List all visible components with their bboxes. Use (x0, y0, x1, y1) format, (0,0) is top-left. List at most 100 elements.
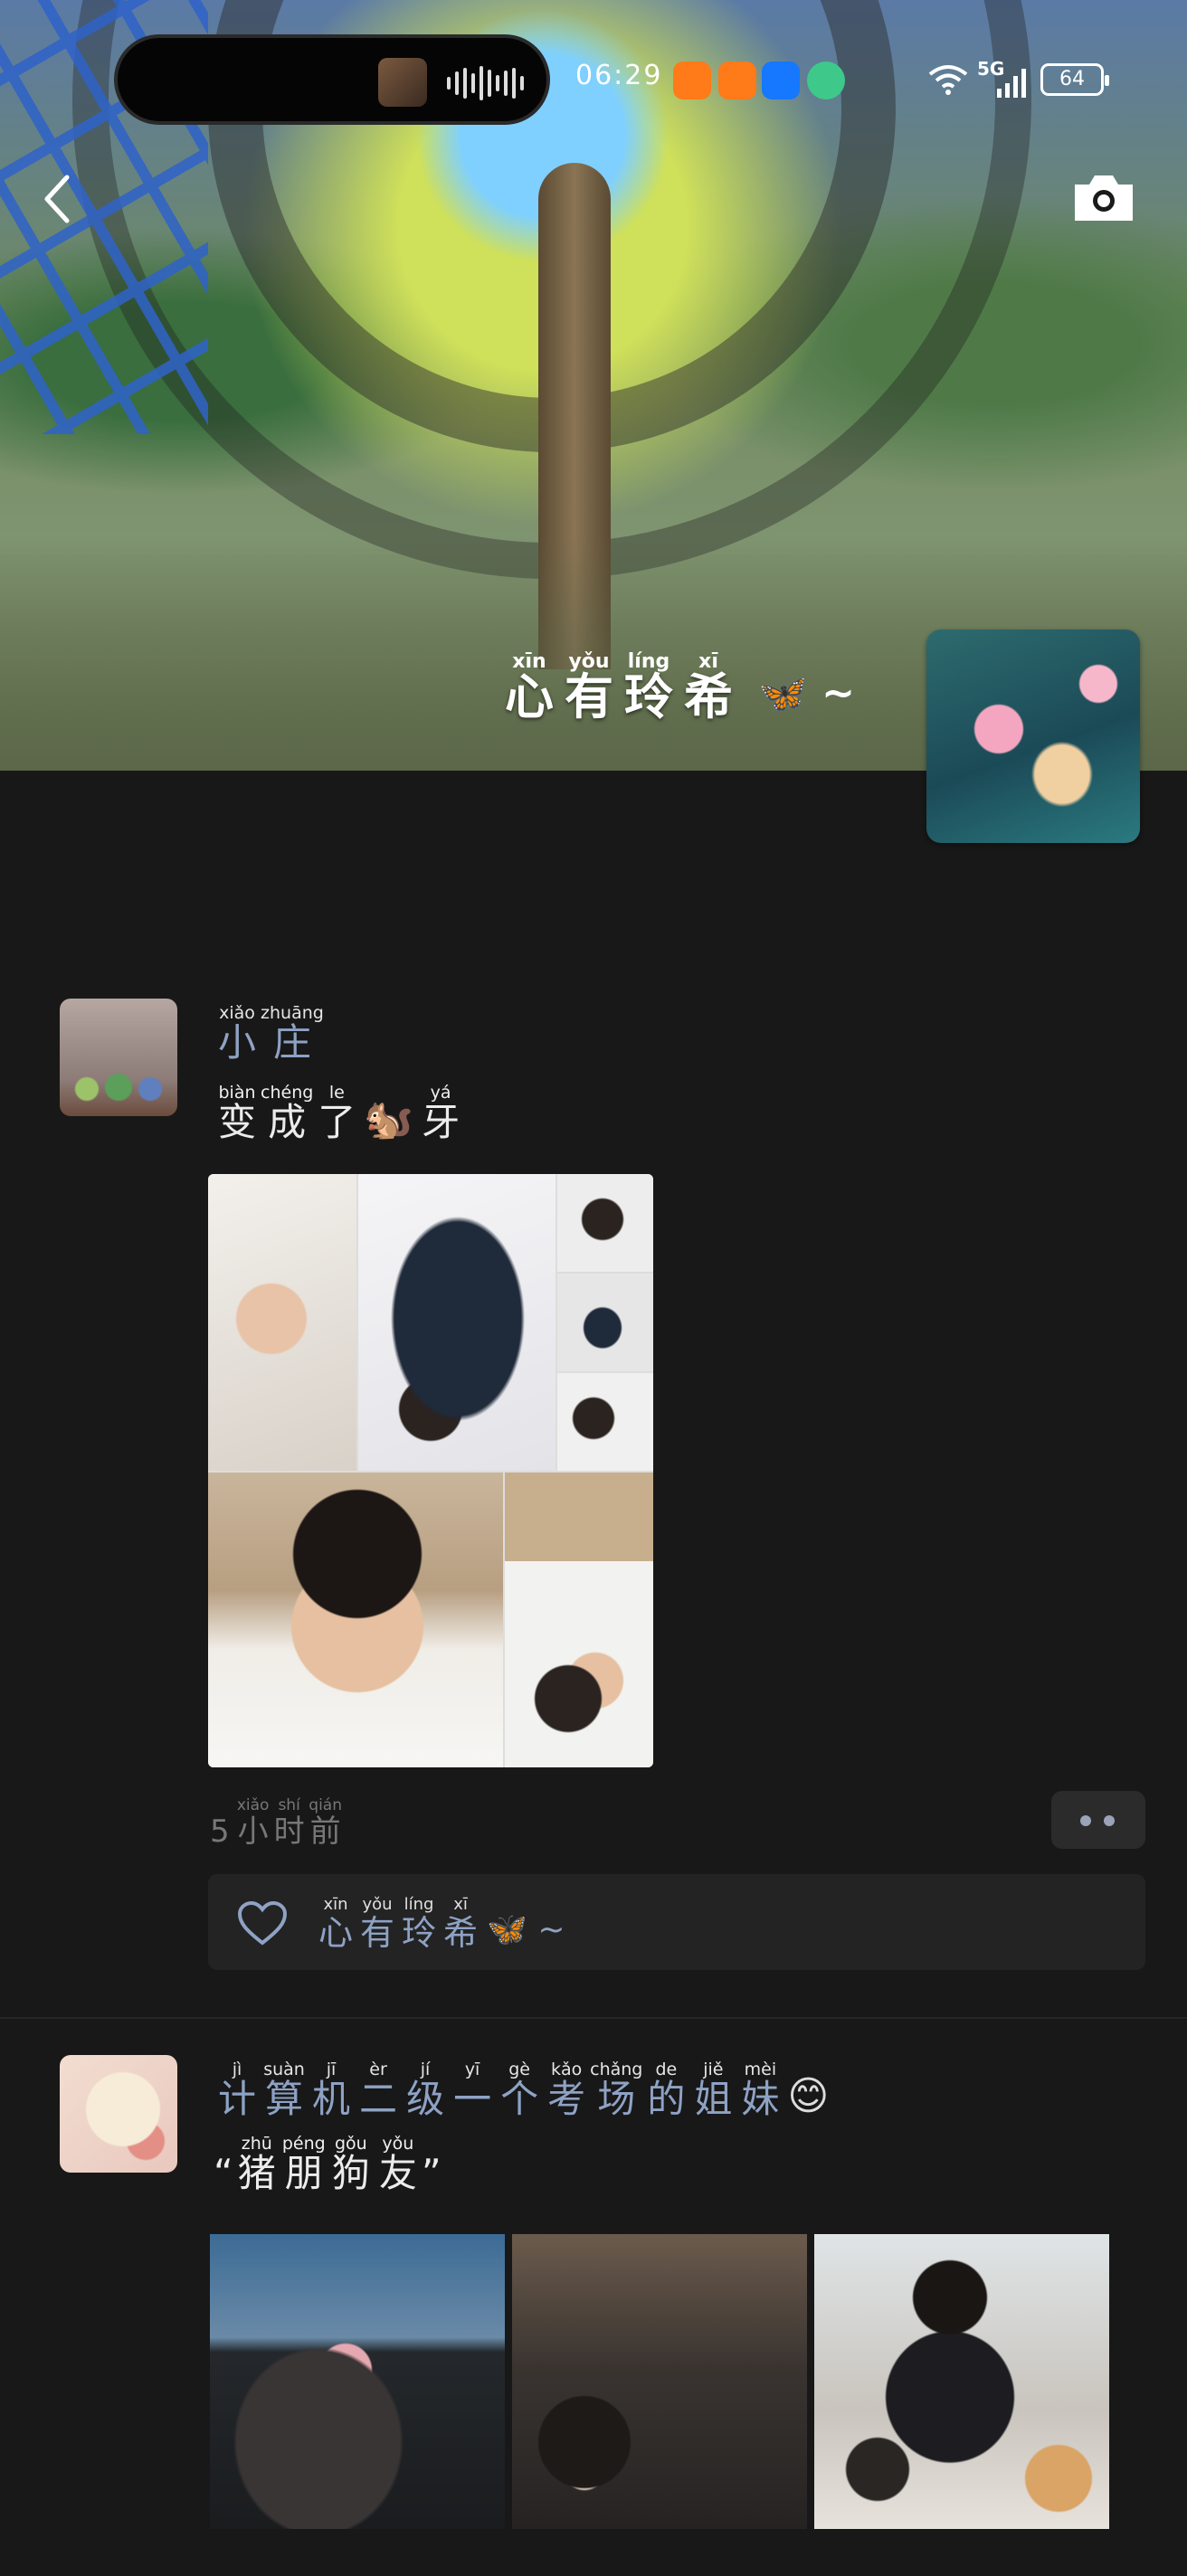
hanzi: 一 (453, 2077, 492, 2121)
wechat-icon (807, 62, 845, 99)
wifi-icon (928, 65, 968, 95)
hanzi: 个 (500, 2077, 539, 2121)
photo-boy-lying-left[interactable] (208, 1174, 356, 1471)
hanzi: 了 (318, 1100, 356, 1144)
quote-open: “ (214, 2151, 233, 2195)
hanzi: 心 (505, 668, 554, 725)
hanzi: 级 (406, 2077, 445, 2121)
photo-girl-dogs[interactable] (814, 2234, 1109, 2529)
hanzi: 心 (318, 1913, 354, 1953)
cover-name-char: líng 玲 (619, 651, 679, 722)
hanzi: 二 (359, 2077, 398, 2121)
hanzi: 友 (378, 2151, 417, 2195)
hanzi: 朋 (284, 2151, 323, 2195)
post-timestamp: 5 xiǎo 小 shí 时 qián 前 (210, 1795, 344, 1850)
photo-shiba-lap[interactable] (512, 2234, 807, 2529)
post-text-char: biàn 变 (214, 1082, 261, 1141)
photo-boy-bed[interactable] (505, 1473, 653, 1767)
now-playing-thumbnail (378, 58, 427, 107)
hanzi: 时 (273, 1814, 305, 1850)
post-username[interactable]: xiǎo 小 zhuāng 庄 (214, 1002, 324, 1062)
timestamp-char: xiǎo 小 (235, 1795, 271, 1847)
battery-indicator: 64 (1040, 63, 1109, 96)
hanzi: 狗 (331, 2151, 370, 2195)
photo-boy-small-3[interactable] (557, 1373, 653, 1471)
back-icon[interactable] (36, 172, 81, 226)
my-avatar[interactable] (926, 630, 1140, 843)
hanzi: 牙 (422, 1100, 461, 1144)
username-char: jì 计 (214, 2059, 261, 2118)
post-text-char: gǒu 狗 (328, 2133, 375, 2192)
post-text: biàn 变 chéng 成 le 了 🐿️ yá 牙 (214, 1082, 464, 1141)
status-time: 06:29 (575, 60, 663, 91)
hanzi: 前 (309, 1814, 341, 1850)
photo-boy-small-2[interactable] (557, 1274, 653, 1371)
quote-close: ” (421, 2151, 442, 2195)
hanzi: 小 (237, 1814, 269, 1850)
like-user[interactable]: xīn 心 yǒu 有 líng 玲 xī 希 🦋 ~ (315, 1894, 565, 1950)
hanzi: 玲 (402, 1913, 437, 1953)
post-text-char: péng 朋 (280, 2133, 328, 2192)
hanzi: 场 (597, 2077, 636, 2121)
cover-name-char: yǒu 有 (559, 651, 619, 722)
username-char: mèi 妹 (736, 2059, 783, 2118)
hanzi: 姐 (694, 2077, 733, 2121)
photo-boy-small-1[interactable] (557, 1174, 653, 1272)
cover-name-ruby: xīn 心 yǒu 有 líng 玲 xī 希 (499, 651, 738, 722)
dynamic-island[interactable] (114, 34, 550, 125)
photo-boy-chin-hands[interactable] (208, 1473, 503, 1767)
hanzi: 庄 (272, 1020, 311, 1065)
username-char: jí 级 (402, 2059, 449, 2118)
like-name-char: xī 希 (440, 1894, 481, 1950)
signal-icon (997, 69, 1026, 98)
photo-boy-stripes[interactable] (358, 1174, 556, 1471)
more-actions-button[interactable] (1051, 1791, 1145, 1849)
hanzi: 有 (360, 1913, 395, 1953)
post-text-char: yá 牙 (417, 1082, 464, 1141)
hanzi: 希 (684, 668, 733, 725)
hanzi: 变 (218, 1100, 257, 1144)
post-text-char: le 了 (313, 1082, 360, 1141)
cover-name-char: xī 希 (679, 651, 738, 722)
post-divider (0, 2017, 1187, 2019)
like-name-char: líng 玲 (398, 1894, 440, 1950)
username-char: gè 个 (496, 2059, 543, 2118)
post-avatar[interactable] (60, 2055, 177, 2173)
username-char: de 的 (642, 2059, 689, 2118)
post-text-char: yǒu 友 (375, 2133, 422, 2192)
likes-box: xīn 心 yǒu 有 líng 玲 xī 希 🦋 ~ (208, 1874, 1145, 1970)
timestamp-char: shí 时 (271, 1795, 308, 1847)
hanzi: 猪 (237, 2151, 276, 2195)
hanzi: 玲 (624, 668, 673, 725)
camera-icon[interactable] (1071, 170, 1136, 224)
hanzi: 有 (565, 668, 613, 725)
post-avatar[interactable] (60, 999, 177, 1116)
username-char: jī 机 (308, 2059, 355, 2118)
emoji: 🐿️ (364, 1096, 414, 1142)
username-char: zhuāng 庄 (261, 1002, 324, 1062)
username-char: xiǎo 小 (214, 1002, 261, 1062)
smile-emoji: 😊 (787, 2073, 830, 2119)
post-text-char: chéng 成 (261, 1082, 313, 1141)
username-char: yī 一 (449, 2059, 496, 2118)
post-text: “ zhū 猪 péng 朋 gǒu 狗 yǒu 友 ” (214, 2133, 442, 2192)
photo-pig[interactable] (210, 2234, 505, 2529)
cover-username: xīn 心 yǒu 有 líng 玲 xī 希 🦋 ~ (499, 651, 855, 722)
hanzi: 考 (547, 2077, 586, 2121)
cover-name-suffix: 🦋 ~ (758, 670, 855, 716)
like-user-suffix: 🦋 ~ (487, 1911, 565, 1948)
alipay-icon (762, 62, 800, 99)
hanzi: 机 (312, 2077, 351, 2121)
hanzi: 的 (647, 2077, 686, 2121)
cover-name-char: xīn 心 (499, 651, 559, 722)
username-char: suàn 算 (261, 2059, 308, 2118)
hanzi: 算 (265, 2077, 304, 2121)
hanzi: 妹 (741, 2077, 780, 2121)
audio-wave-icon (447, 65, 524, 101)
post-username[interactable]: jì 计 suàn 算 jī 机 èr 二 jí 级 yī 一 gè 个 kǎo 考 chǎng 场 de 的 jiě 姐… (214, 2059, 832, 2118)
hanzi: 计 (218, 2077, 257, 2121)
hanzi: 成 (268, 1100, 307, 1144)
timestamp-char: qián 前 (308, 1795, 344, 1847)
post-photo-collage[interactable] (208, 1174, 653, 1767)
username-char: jiě 姐 (689, 2059, 736, 2118)
